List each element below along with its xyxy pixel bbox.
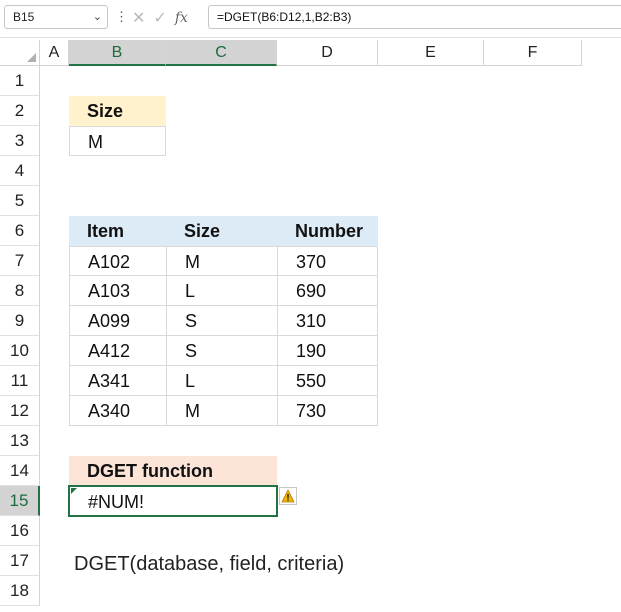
table-cell[interactable]: 190 bbox=[277, 335, 378, 366]
table-cell[interactable]: A102 bbox=[69, 246, 167, 276]
name-box[interactable]: B15 ⌄ bbox=[4, 5, 108, 29]
table-cell[interactable]: A099 bbox=[69, 305, 167, 336]
row-header-3[interactable]: 3 bbox=[0, 126, 40, 156]
table-cell[interactable]: 690 bbox=[277, 275, 378, 306]
formula-input[interactable]: =DGET(B6:D12,1,B2:B3) bbox=[208, 5, 621, 29]
row-header-11[interactable]: 11 bbox=[0, 366, 40, 396]
column-header-b[interactable]: B bbox=[69, 40, 166, 66]
row-header-16[interactable]: 16 bbox=[0, 516, 40, 546]
table-header-size[interactable]: Size bbox=[166, 216, 277, 246]
error-indicator-icon bbox=[71, 488, 77, 494]
column-header-c[interactable]: C bbox=[166, 40, 277, 66]
table-cell[interactable]: 550 bbox=[277, 365, 378, 396]
function-icon[interactable]: fx bbox=[175, 10, 188, 26]
table-cell[interactable]: S bbox=[166, 335, 278, 366]
table-cell[interactable]: A103 bbox=[69, 275, 167, 306]
cancel-icon[interactable]: ✕ bbox=[132, 8, 145, 28]
row-header-9[interactable]: 9 bbox=[0, 306, 40, 336]
column-header-d[interactable]: D bbox=[277, 40, 378, 66]
result-value: #NUM! bbox=[88, 492, 145, 512]
table-cell[interactable]: 730 bbox=[277, 395, 378, 426]
table-cell[interactable]: M bbox=[166, 246, 278, 276]
table-header-number[interactable]: Number bbox=[277, 216, 378, 246]
row-header-14[interactable]: 14 bbox=[0, 456, 40, 486]
chevron-down-icon[interactable]: ⌄ bbox=[93, 6, 102, 28]
enter-icon[interactable]: ✓ bbox=[153, 8, 166, 28]
row-header-4[interactable]: 4 bbox=[0, 156, 40, 186]
criteria-header-cell[interactable]: Size bbox=[69, 96, 166, 126]
formula-bar: B15 ⌄ ⋮ ✕ ✓ fx =DGET(B6:D12,1,B2:B3) bbox=[0, 0, 621, 38]
row-header-10[interactable]: 10 bbox=[0, 336, 40, 366]
row-header-18[interactable]: 18 bbox=[0, 576, 40, 606]
table-cell[interactable]: 310 bbox=[277, 305, 378, 336]
warning-icon[interactable] bbox=[279, 487, 297, 505]
table-cell[interactable]: L bbox=[166, 365, 278, 396]
result-value-cell[interactable]: #NUM! bbox=[68, 485, 278, 517]
row-header-1[interactable]: 1 bbox=[0, 66, 40, 96]
table-cell[interactable]: S bbox=[166, 305, 278, 336]
table-cell[interactable]: M bbox=[166, 395, 278, 426]
syntax-note: DGET(database, field, criteria) bbox=[74, 553, 345, 575]
criteria-value-cell[interactable]: M bbox=[69, 126, 166, 156]
column-header-a[interactable]: A bbox=[40, 40, 69, 66]
name-box-value: B15 bbox=[13, 10, 35, 24]
table-cell[interactable]: A340 bbox=[69, 395, 167, 426]
row-header-7[interactable]: 7 bbox=[0, 246, 40, 276]
row-header-2[interactable]: 2 bbox=[0, 96, 40, 126]
row-header-12[interactable]: 12 bbox=[0, 396, 40, 426]
table-cell[interactable]: 370 bbox=[277, 246, 378, 276]
select-all-corner[interactable] bbox=[0, 40, 40, 66]
table-cell[interactable]: L bbox=[166, 275, 278, 306]
row-header-5[interactable]: 5 bbox=[0, 186, 40, 216]
formula-buttons: ✕ ✓ fx bbox=[132, 7, 188, 29]
table-cell[interactable]: A341 bbox=[69, 365, 167, 396]
more-options-icon[interactable]: ⋮ bbox=[115, 9, 128, 25]
row-header-13[interactable]: 13 bbox=[0, 426, 40, 456]
row-header-15[interactable]: 15 bbox=[0, 486, 40, 516]
column-header-e[interactable]: E bbox=[378, 40, 484, 66]
row-header-17[interactable]: 17 bbox=[0, 546, 40, 576]
row-header-6[interactable]: 6 bbox=[0, 216, 40, 246]
column-header-f[interactable]: F bbox=[484, 40, 582, 66]
table-header-item[interactable]: Item bbox=[69, 216, 166, 246]
result-header-cell[interactable]: DGET function bbox=[69, 456, 277, 486]
table-cell[interactable]: A412 bbox=[69, 335, 167, 366]
row-header-8[interactable]: 8 bbox=[0, 276, 40, 306]
